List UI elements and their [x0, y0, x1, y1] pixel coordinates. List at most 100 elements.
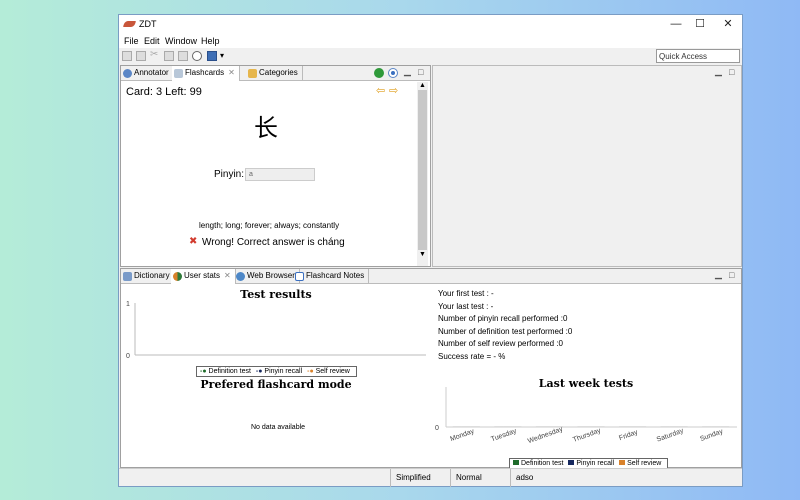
bar-definition-test [535, 426, 545, 427]
play-icon[interactable] [374, 68, 384, 78]
menu-edit[interactable]: Edit [144, 36, 160, 46]
next-card-icon[interactable]: ⇨ [389, 84, 398, 97]
y-tick-label: 1 [126, 301, 130, 308]
maximize-view-icon[interactable]: □ [418, 67, 423, 77]
minimize-view-icon[interactable]: ▁ [715, 66, 722, 77]
title-bar: ZDT — ☐ ✕ [119, 15, 742, 34]
scroll-up-icon[interactable]: ▲ [417, 82, 428, 89]
bar-pinyin-recall [669, 426, 679, 427]
globe-icon [236, 272, 245, 281]
record-icon[interactable] [388, 68, 398, 78]
bar-pinyin-recall [586, 426, 596, 427]
legend-label: Pinyin recall [576, 460, 615, 467]
minimize-button[interactable]: — [664, 17, 688, 32]
tab-annotator[interactable]: Annotator [121, 66, 174, 81]
divider [390, 469, 391, 487]
tab-flashcard-notes[interactable]: Flashcard Notes [293, 269, 370, 284]
bar-definition-test [660, 426, 670, 427]
card-status: Card: 3 Left: 99 [126, 86, 202, 98]
bar-pinyin-recall [628, 426, 638, 427]
tab-dictionary[interactable]: Dictionary [121, 269, 175, 284]
legend-label: Self review [627, 460, 662, 467]
tab-label: Flashcards [185, 68, 225, 77]
cut-icon[interactable]: ✂ [150, 49, 160, 60]
legend-definition: -● Definition test [200, 368, 251, 375]
flashcards-panel: Annotator Flashcards ✕ Categories ▁ □ Car… [120, 65, 431, 267]
dropdown-icon[interactable]: ▾ [220, 51, 224, 60]
stat-line: Your first test : - [438, 289, 494, 298]
tab-label: Categories [259, 68, 298, 77]
flashcards-icon [174, 69, 183, 78]
save-icon[interactable] [122, 51, 132, 61]
copy-icon[interactable] [164, 51, 174, 61]
info-icon[interactable] [192, 51, 202, 61]
legend-label: Pinyin recall [264, 368, 303, 375]
stat-line: Number of definition test performed :0 [438, 326, 573, 336]
previous-card-icon[interactable]: ⇦ [376, 84, 385, 97]
hanzi-character: 长 [254, 114, 278, 142]
no-data-text: No data available [250, 424, 306, 431]
tab-categories[interactable]: Categories [246, 66, 303, 81]
bar-self-review [720, 426, 730, 427]
paste-icon[interactable] [178, 51, 188, 61]
close-tab-icon[interactable]: ✕ [224, 271, 231, 280]
legend-label: Self review [315, 368, 350, 375]
pinyin-label: Pinyin: [214, 169, 245, 180]
bar-definition-test [619, 426, 629, 427]
tab-label: Web Browser [247, 271, 295, 280]
stat-line: Your last test : - [438, 301, 494, 311]
x-tick-label: Thursday [572, 427, 602, 444]
bar-pinyin-recall [503, 426, 513, 427]
tab-flashcards[interactable]: Flashcards ✕ [172, 66, 240, 81]
stat-line: Number of pinyin recall performed :0 [438, 314, 568, 323]
menu-file[interactable]: File [124, 36, 139, 46]
close-tab-icon[interactable]: ✕ [228, 68, 235, 77]
book-icon[interactable] [207, 51, 217, 61]
maximize-view-icon[interactable]: □ [729, 67, 734, 77]
top-tabs: Annotator Flashcards ✕ Categories ▁ □ [121, 66, 430, 81]
x-tick-label: Tuesday [490, 428, 518, 444]
status-script: Simplified [396, 473, 431, 482]
x-tick-label: Saturday [656, 427, 685, 443]
legend-label: Definition test [208, 368, 251, 375]
bar-self-review [470, 426, 480, 427]
minimize-view-icon[interactable]: ▁ [715, 269, 722, 280]
x-tick-label: Wednesday [527, 426, 564, 445]
bar-pinyin-recall [461, 426, 471, 427]
test-results-legend: -● Definition test -● Pinyin recall -● S… [196, 366, 357, 377]
definition-text: length; long; forever; always; constantl… [199, 221, 340, 230]
scroll-down-icon[interactable]: ▼ [417, 251, 428, 258]
divider [510, 469, 511, 487]
user-stats-panel: Dictionary User stats ✕ Web Browser Flash… [120, 268, 742, 469]
pinyin-input[interactable]: a [245, 168, 315, 181]
tab-web-browser[interactable]: Web Browser [234, 269, 300, 284]
bar-pinyin-recall [544, 426, 554, 427]
result-message: Wrong! Correct answer is cháng [202, 237, 345, 248]
scrollbar-thumb[interactable] [418, 90, 427, 250]
vertical-scrollbar[interactable]: ▲ ▼ [417, 82, 428, 266]
wrong-icon: ✖ [189, 236, 198, 247]
bar-self-review [637, 426, 647, 427]
maximize-button[interactable]: ☐ [688, 17, 712, 32]
menu-help[interactable]: Help [201, 36, 220, 46]
status-bar: Simplified Normal adso [119, 468, 742, 487]
status-dictionary: adso [516, 473, 534, 482]
legend-label: Definition test [521, 460, 564, 467]
minimize-view-icon[interactable]: ▁ [404, 66, 411, 77]
tab-label: User stats [184, 271, 221, 280]
legend-pinyin: -● Pinyin recall [255, 368, 303, 375]
app-logo-icon [122, 21, 137, 27]
x-tick-label: Friday [618, 429, 639, 442]
preferred-mode-title: Prefered flashcard mode [200, 378, 352, 391]
bar-definition-test [452, 426, 462, 427]
save-all-icon[interactable] [136, 51, 146, 61]
test-results-chart: 010.00.10.20.30.40.50.60.70.80.91.0 [126, 301, 426, 359]
tab-user-stats[interactable]: User stats ✕ [171, 269, 236, 284]
stats-icon [173, 272, 182, 281]
maximize-view-icon[interactable]: □ [729, 270, 734, 280]
quick-access-input[interactable]: Quick Access [656, 49, 740, 63]
tab-label: Flashcard Notes [306, 271, 365, 280]
close-button[interactable]: ✕ [716, 17, 740, 32]
bar-definition-test [702, 426, 712, 427]
menu-window[interactable]: Window [165, 36, 197, 46]
